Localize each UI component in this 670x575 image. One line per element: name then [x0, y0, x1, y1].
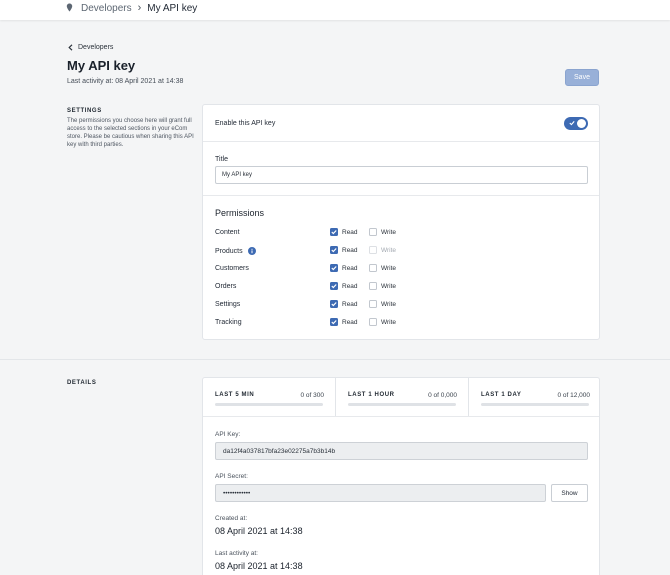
- stat-last-1-hour: LAST 1 HOUR 0 of 0,000: [336, 378, 468, 416]
- permission-name: Settings: [215, 301, 241, 308]
- settings-description: The permissions you choose here will gra…: [67, 118, 194, 148]
- check-icon: [331, 266, 337, 271]
- usage-bar: [481, 403, 589, 406]
- permission-name: Tracking: [215, 319, 242, 326]
- read-label: Read: [342, 301, 358, 308]
- content-write-checkbox[interactable]: [369, 228, 377, 236]
- check-icon: [331, 302, 337, 307]
- customers-write-checkbox[interactable]: [369, 264, 377, 272]
- last-activity-value: 08 April 2021 at 14:38: [215, 561, 303, 571]
- back-link[interactable]: Developers: [68, 44, 113, 51]
- check-icon: [331, 248, 337, 253]
- usage-bar: [215, 403, 323, 406]
- info-icon[interactable]: [247, 247, 256, 255]
- permission-row-customers: Customers Read Write: [215, 264, 595, 274]
- settings-card: Enable this API key Title My API key Per…: [202, 104, 600, 340]
- stat-value: 0 of 300: [300, 392, 325, 399]
- pin-icon: [66, 3, 73, 12]
- created-at-label: Created at:: [215, 515, 248, 522]
- permissions-heading: Permissions: [215, 208, 265, 218]
- permission-row-tracking: Tracking Read Write: [215, 318, 595, 328]
- orders-read-checkbox[interactable]: [330, 282, 338, 290]
- save-button[interactable]: Save: [565, 69, 599, 86]
- divider: [203, 195, 599, 196]
- api-key-field[interactable]: da12f4a037817bfa23e02275a7b3b14b: [215, 442, 588, 460]
- permission-name: Content: [215, 229, 240, 236]
- toggle-knob: [577, 119, 586, 128]
- write-label: Write: [381, 229, 397, 236]
- details-card: LAST 5 MIN 0 of 300 LAST 1 HOUR 0 of 0,0…: [202, 377, 600, 575]
- details-section-label: DETAILS: [67, 380, 97, 386]
- page-title: My API key: [67, 58, 136, 73]
- write-label: Write: [381, 247, 397, 254]
- write-label: Write: [381, 301, 397, 308]
- read-label: Read: [342, 265, 358, 272]
- customers-read-checkbox[interactable]: [330, 264, 338, 272]
- settings-read-checkbox[interactable]: [330, 300, 338, 308]
- show-secret-button[interactable]: Show: [551, 484, 588, 502]
- products-write-checkbox: [369, 246, 377, 254]
- api-key-label: API Key:: [215, 431, 241, 438]
- api-secret-field[interactable]: ••••••••••••: [215, 484, 546, 502]
- stat-value: 0 of 0,000: [428, 392, 457, 399]
- write-label: Write: [381, 283, 397, 290]
- api-secret-label: API Secret:: [215, 473, 248, 480]
- write-label: Write: [381, 319, 397, 326]
- top-bar: Developers › My API key: [0, 0, 670, 20]
- tracking-read-checkbox[interactable]: [330, 318, 338, 326]
- enable-api-key-label: Enable this API key: [215, 120, 276, 127]
- write-label: Write: [381, 265, 397, 272]
- content-read-checkbox[interactable]: [330, 228, 338, 236]
- breadcrumb: Developers › My API key: [66, 2, 197, 14]
- read-label: Read: [342, 247, 358, 254]
- products-read-checkbox[interactable]: [330, 246, 338, 254]
- stat-value: 0 of 12,000: [557, 392, 590, 399]
- stat-name: LAST 5 MIN: [215, 392, 255, 398]
- section-divider: [0, 359, 670, 360]
- check-icon: [331, 230, 337, 235]
- last-activity-label: Last activity at:: [215, 550, 258, 557]
- permission-name: Customers: [215, 265, 249, 272]
- orders-write-checkbox[interactable]: [369, 282, 377, 290]
- permission-row-products: Products Read Write: [215, 246, 595, 256]
- read-label: Read: [342, 229, 358, 236]
- usage-bar: [348, 403, 456, 406]
- title-field-label: Title: [215, 156, 228, 163]
- divider: [203, 416, 599, 417]
- enable-api-key-toggle[interactable]: [564, 117, 588, 130]
- settings-write-checkbox[interactable]: [369, 300, 377, 308]
- breadcrumb-developers[interactable]: Developers: [81, 3, 132, 14]
- permission-name: Products: [215, 247, 256, 255]
- back-link-label: Developers: [78, 44, 114, 51]
- stat-last-5-min: LAST 5 MIN 0 of 300: [203, 378, 335, 416]
- created-at-value: 08 April 2021 at 14:38: [215, 526, 303, 536]
- breadcrumb-current: My API key: [147, 2, 198, 14]
- permission-name: Orders: [215, 283, 237, 290]
- chevron-left-icon: [68, 44, 73, 51]
- permission-row-content: Content Read Write: [215, 228, 595, 238]
- stat-name: LAST 1 DAY: [481, 392, 522, 398]
- permission-row-settings: Settings Read Write: [215, 300, 595, 310]
- chevron-right-icon: ›: [137, 2, 142, 14]
- check-icon: [331, 320, 337, 325]
- last-activity-text: Last activity at: 08 April 2021 at 14:38: [67, 78, 184, 85]
- stat-last-1-day: LAST 1 DAY 0 of 12,000: [469, 378, 601, 416]
- tracking-write-checkbox[interactable]: [369, 318, 377, 326]
- settings-section-label: SETTINGS: [67, 108, 102, 114]
- read-label: Read: [342, 283, 358, 290]
- read-label: Read: [342, 319, 358, 326]
- stat-name: LAST 1 HOUR: [348, 392, 395, 398]
- check-icon: [331, 284, 337, 289]
- check-icon: [569, 121, 575, 126]
- divider: [203, 141, 599, 142]
- permission-row-orders: Orders Read Write: [215, 282, 595, 292]
- title-input[interactable]: My API key: [215, 166, 588, 184]
